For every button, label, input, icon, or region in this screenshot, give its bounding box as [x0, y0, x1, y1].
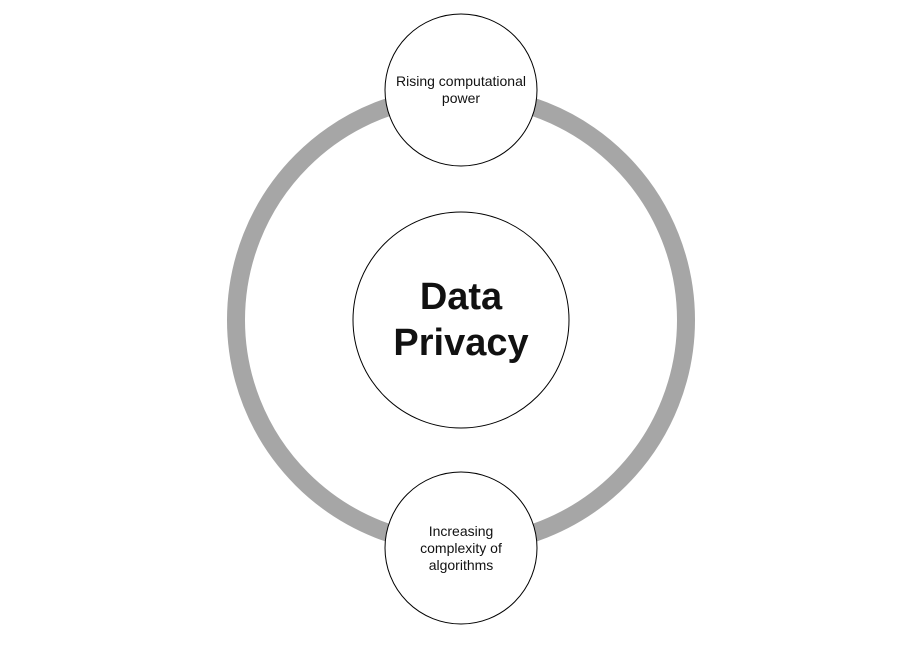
- top-node-label: Rising computational power: [396, 73, 526, 106]
- center-label: Data Privacy: [393, 276, 529, 364]
- bottom-node-label: Increasing complexity of algorithms: [420, 522, 502, 573]
